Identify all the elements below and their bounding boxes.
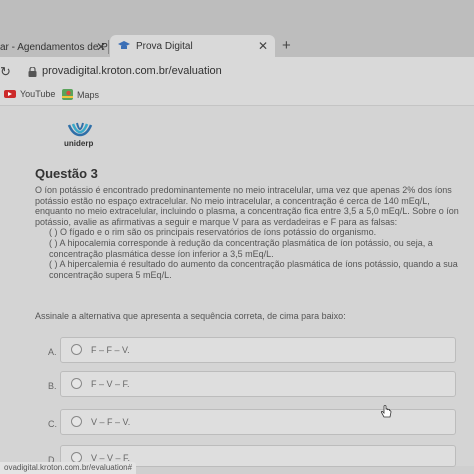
bookmark-maps[interactable]: Maps	[62, 89, 99, 100]
option-letter-b: B.	[48, 381, 57, 391]
tab-label: ar - Agendamentos de P	[0, 41, 108, 53]
question-line: potássio estão no espaço extracelular. N…	[35, 195, 430, 206]
statement-3-cont: concentração supera 5 mEq/L.	[49, 269, 172, 280]
bookmark-label: Maps	[77, 89, 100, 100]
close-tab-icon[interactable]: ✕	[258, 39, 268, 53]
option-b[interactable]: F – V – F.	[60, 371, 456, 397]
hand-cursor-icon	[380, 405, 392, 418]
radio-icon[interactable]	[71, 344, 82, 355]
new-tab-button[interactable]: +	[282, 37, 291, 54]
option-letter-c: C.	[48, 419, 57, 429]
address-bar[interactable]: provadigital.kroton.com.br/evaluation	[42, 65, 222, 77]
tab-prova-digital[interactable]: Prova Digital ✕	[110, 35, 275, 57]
option-letter-a: A.	[48, 347, 57, 357]
logo-text: uniderp	[64, 139, 94, 148]
question-line: O íon potássio é encontrado predominante…	[35, 185, 452, 195]
option-a[interactable]: F – F – V.	[60, 337, 456, 363]
tab-divider	[108, 40, 109, 54]
bookmark-label: YouTube	[20, 89, 56, 99]
statement-2-cont: concentração plasmática desse íon inferi…	[49, 248, 274, 259]
uniderp-logo-icon	[67, 122, 93, 137]
status-bar-url: ovadigital.kroton.com.br/evaluation#	[0, 462, 137, 474]
youtube-icon	[4, 90, 16, 98]
maps-icon	[62, 89, 73, 100]
bookmark-youtube[interactable]: YouTube	[4, 89, 55, 99]
tab-agendamentos[interactable]: ar - Agendamentos de P ✕	[0, 37, 110, 57]
question-text: O íon potássio é encontrado predominante…	[35, 185, 471, 280]
instruction-text: Assinale a alternativa que apresenta a s…	[35, 311, 346, 321]
graduation-cap-icon	[118, 41, 130, 49]
option-label: V – F – V.	[91, 417, 131, 427]
radio-icon[interactable]	[71, 416, 82, 427]
question-title: Questão 3	[35, 166, 98, 181]
tab-label: Prova Digital	[136, 40, 193, 52]
reload-icon[interactable]: ↻	[0, 64, 11, 80]
option-label: F – V – F.	[91, 379, 130, 389]
lock-icon[interactable]	[28, 67, 37, 77]
statement-2: ( ) A hipocalemia corresponde à redução …	[49, 237, 433, 248]
statement-3: ( ) A hipercalemia é resultado do aument…	[49, 259, 458, 270]
statement-1: ( ) O fígado e o rim são os principais r…	[49, 227, 377, 238]
question-line: enquanto no meio extracelular, incluindo…	[35, 206, 459, 217]
option-c[interactable]: V – F – V.	[60, 409, 456, 435]
radio-icon[interactable]	[71, 378, 82, 389]
close-tab-icon[interactable]: ✕	[96, 40, 106, 54]
option-label: F – F – V.	[91, 345, 130, 355]
question-line: potássio, avalie as afirmativas a seguir…	[35, 216, 398, 227]
